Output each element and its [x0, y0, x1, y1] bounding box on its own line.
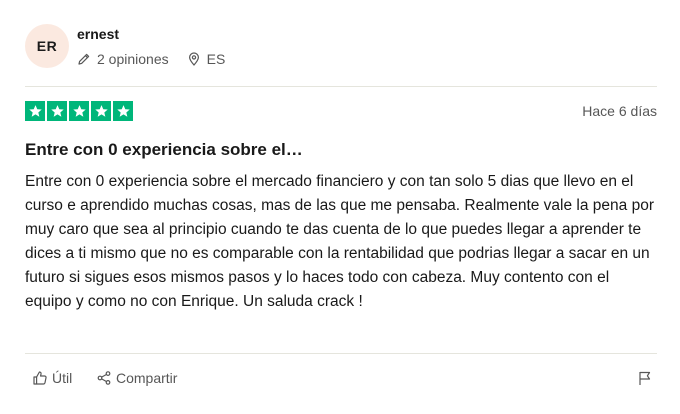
location-pin-icon: [187, 52, 201, 66]
star-rating: [25, 101, 133, 121]
divider: [25, 86, 657, 87]
star-icon: [69, 101, 89, 121]
review-title[interactable]: Entre con 0 experiencia sobre el…: [25, 140, 303, 160]
share-button[interactable]: Compartir: [96, 370, 177, 386]
divider: [25, 353, 657, 354]
review-date: Hace 6 días: [582, 103, 657, 119]
star-icon: [47, 101, 67, 121]
reviews-count: 2 opiniones: [97, 51, 169, 67]
flag-button[interactable]: [637, 370, 657, 386]
avatar-initials: ER: [36, 38, 58, 54]
useful-label: Útil: [52, 370, 73, 386]
reviewer-country: ES: [206, 51, 226, 67]
pencil-icon: [77, 52, 91, 66]
flag-icon: [637, 370, 653, 386]
review-card: ER ernest 2 opiniones ES Hace 6 días Ent…: [25, 0, 657, 414]
share-icon: [96, 370, 112, 386]
star-icon: [113, 101, 133, 121]
reviewer-header: ER ernest 2 opiniones ES: [25, 24, 657, 70]
review-actions: Útil Compartir: [25, 370, 657, 392]
reviewer-meta: 2 opiniones ES: [77, 50, 225, 68]
reviewer-name[interactable]: ernest: [77, 26, 119, 42]
useful-button[interactable]: Útil: [32, 370, 72, 386]
share-label: Compartir: [116, 370, 178, 386]
star-icon: [25, 101, 45, 121]
star-icon: [91, 101, 111, 121]
thumbs-up-icon: [32, 370, 48, 386]
avatar[interactable]: ER: [25, 24, 69, 68]
review-body: Entre con 0 experiencia sobre el mercado…: [25, 173, 654, 310]
